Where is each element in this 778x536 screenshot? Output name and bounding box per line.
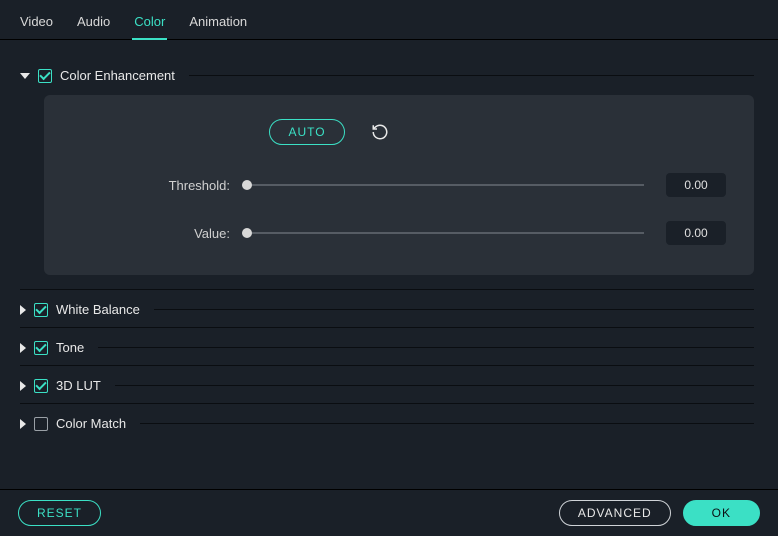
section-header-3d-lut[interactable]: 3D LUT	[20, 365, 754, 401]
chevron-right-icon	[20, 343, 26, 353]
auto-button[interactable]: AUTO	[269, 119, 344, 145]
slider-thumb[interactable]	[242, 180, 252, 190]
section-header-color-match[interactable]: Color Match	[20, 403, 754, 439]
color-enhancement-panel: AUTO Threshold: 0.00 Value:	[44, 95, 754, 275]
chevron-down-icon	[20, 73, 30, 79]
threshold-label: Threshold:	[72, 178, 242, 193]
section-header-tone[interactable]: Tone	[20, 327, 754, 363]
ok-button[interactable]: OK	[683, 500, 760, 526]
section-tone: Tone	[20, 327, 754, 363]
tab-video[interactable]: Video	[18, 8, 55, 39]
reset-button[interactable]: RESET	[18, 500, 101, 526]
section-header-color-enhancement[interactable]: Color Enhancement	[20, 58, 754, 91]
threshold-value[interactable]: 0.00	[666, 173, 726, 197]
section-title: Color Match	[56, 416, 126, 431]
panel-top-row: AUTO	[0, 119, 726, 145]
threshold-slider[interactable]	[242, 184, 644, 186]
section-header-white-balance[interactable]: White Balance	[20, 289, 754, 325]
value-label: Value:	[72, 226, 242, 241]
section-color-enhancement: Color Enhancement AUTO Threshold: 0.00	[20, 58, 754, 275]
section-white-balance: White Balance	[20, 289, 754, 325]
checkbox-color-enhancement[interactable]	[38, 69, 52, 83]
chevron-right-icon	[20, 381, 26, 391]
threshold-row: Threshold: 0.00	[72, 173, 726, 197]
tab-bar: Video Audio Color Animation	[0, 0, 778, 40]
divider	[140, 423, 754, 424]
checkbox-3d-lut[interactable]	[34, 379, 48, 393]
section-3d-lut: 3D LUT	[20, 365, 754, 401]
divider	[154, 309, 754, 310]
divider	[189, 75, 754, 76]
section-title: Tone	[56, 340, 84, 355]
chevron-right-icon	[20, 305, 26, 315]
slider-thumb[interactable]	[242, 228, 252, 238]
value-slider[interactable]	[242, 232, 644, 234]
value-value[interactable]: 0.00	[666, 221, 726, 245]
section-color-match: Color Match	[20, 403, 754, 439]
content-area: Color Enhancement AUTO Threshold: 0.00	[0, 40, 778, 439]
tab-audio[interactable]: Audio	[75, 8, 112, 39]
divider	[98, 347, 754, 348]
checkbox-tone[interactable]	[34, 341, 48, 355]
tab-color[interactable]: Color	[132, 8, 167, 39]
section-title: 3D LUT	[56, 378, 101, 393]
section-title: White Balance	[56, 302, 140, 317]
chevron-right-icon	[20, 419, 26, 429]
reset-icon[interactable]	[371, 123, 389, 141]
advanced-button[interactable]: ADVANCED	[559, 500, 671, 526]
divider	[115, 385, 754, 386]
footer-bar: RESET ADVANCED OK	[0, 489, 778, 536]
checkbox-color-match[interactable]	[34, 417, 48, 431]
checkbox-white-balance[interactable]	[34, 303, 48, 317]
value-row: Value: 0.00	[72, 221, 726, 245]
section-title: Color Enhancement	[60, 68, 175, 83]
tab-animation[interactable]: Animation	[187, 8, 249, 39]
